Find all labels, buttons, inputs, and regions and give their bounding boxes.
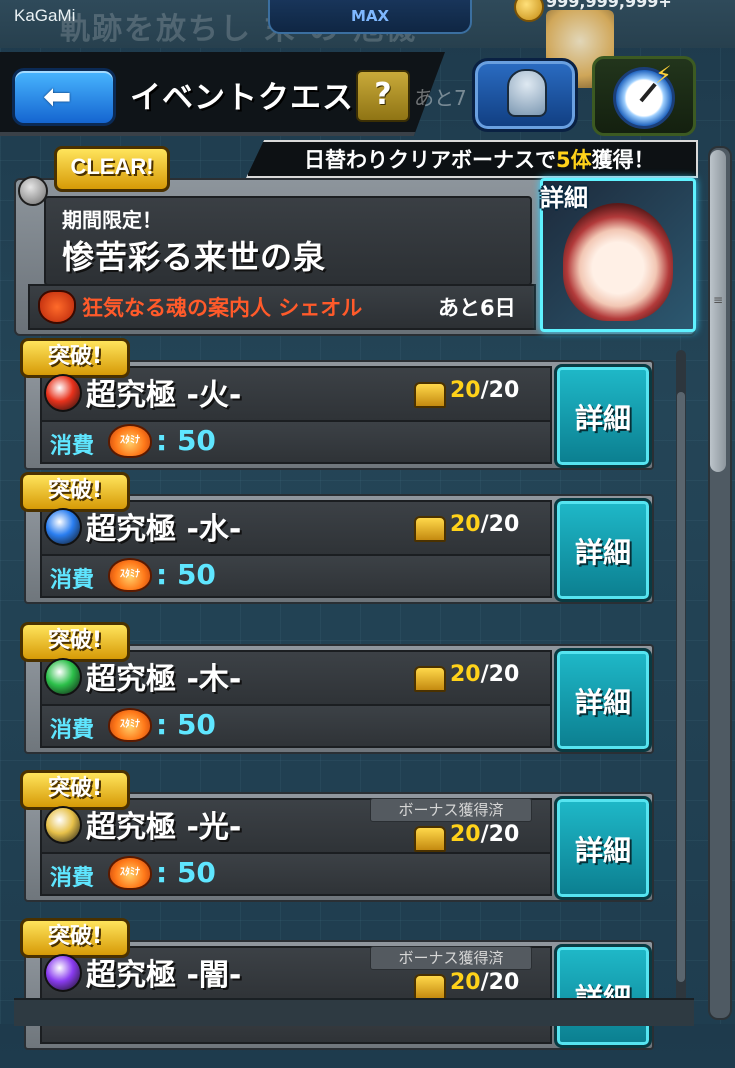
clear-current: 20	[450, 662, 481, 687]
clear-total: /20	[480, 662, 520, 687]
coin-count: 999,999,999+	[546, 0, 672, 11]
lightning-icon: ⚡	[655, 61, 672, 89]
quest-row[interactable]: 突破! 超究極 -光- ボーナス獲得済 20/20 消費 ｽﾀﾐﾅ : 50 詳…	[0, 770, 735, 920]
stamina-cost: : 50	[156, 856, 216, 889]
detail-label: 詳細	[574, 686, 631, 719]
cost-label: 消費	[50, 434, 95, 459]
quest-detail-button[interactable]: 詳細	[554, 796, 652, 900]
character-portrait	[563, 203, 673, 321]
treasure-chest-icon	[414, 382, 446, 408]
event-remaining-days: あと6日	[438, 296, 516, 320]
water-element-icon	[44, 508, 82, 546]
quest-detail-button[interactable]: 詳細	[554, 364, 652, 468]
clear-count: 20/20	[450, 822, 519, 847]
back-button[interactable]: ⬅	[12, 68, 116, 126]
quest-title: 超究極 -火-	[86, 378, 242, 413]
user-name: KaGaMi	[14, 6, 76, 25]
stamina-cost: : 50	[156, 708, 216, 741]
wood-element-icon	[44, 658, 82, 696]
bonus-prefix: 日替わりクリアボーナスで	[304, 148, 556, 172]
quest-title: 超究極 -木-	[86, 662, 242, 697]
quest-detail-button[interactable]: 詳細	[554, 648, 652, 752]
clear-badge: CLEAR!	[54, 146, 170, 192]
quest-title: 超究極 -光-	[86, 810, 242, 845]
stamina-cost: : 50	[156, 558, 216, 591]
treasure-chest-icon	[414, 516, 446, 542]
treasure-chest-icon	[414, 826, 446, 852]
event-subtitle: 期間限定！	[62, 208, 162, 232]
quest-title: 超究極 -水-	[86, 512, 242, 547]
clear-total: /20	[480, 512, 520, 537]
list-scroll-thumb[interactable]	[677, 392, 685, 982]
clear-current: 20	[450, 970, 481, 995]
bonus-acquired-tag: ボーナス獲得済	[370, 798, 532, 822]
quest-row[interactable]: 突破! 超究極 -火- 20/20 消費 ｽﾀﾐﾅ : 50 詳細	[0, 338, 735, 488]
quest-title: 超究極 -闇-	[86, 958, 242, 993]
detail-label: 詳細	[574, 536, 631, 569]
detail-label: 詳細	[574, 834, 631, 867]
event-detail-label: 詳細	[540, 184, 588, 212]
notification-bell-button[interactable]	[472, 58, 578, 132]
stamina-icon: ｽﾀﾐﾅ	[108, 424, 152, 458]
scroll-grip-icon: ≡	[713, 293, 724, 307]
bonus-suffix: 獲得！	[591, 148, 655, 172]
cost-label: 消費	[50, 866, 95, 891]
guide-name: 狂気なる魂の案内人 シェオル	[82, 296, 363, 320]
bottom-bar	[14, 998, 694, 1026]
help-button[interactable]: ?	[356, 70, 410, 122]
light-element-icon	[44, 806, 82, 844]
page-title: イベントクエスト	[130, 80, 386, 116]
stamina-icon: ｽﾀﾐﾅ	[108, 856, 152, 890]
stamina-icon: ｽﾀﾐﾅ	[108, 558, 152, 592]
clear-count: 20/20	[450, 378, 519, 403]
cost-label: 消費	[50, 718, 95, 743]
clear-total: /20	[480, 970, 520, 995]
demon-icon	[38, 290, 76, 324]
quest-row[interactable]: 突破! 超究極 -闇- ボーナス獲得済 20/20 詳細	[0, 918, 735, 1068]
stamina-max-pill: MAX	[268, 0, 472, 34]
treasure-chest-icon	[414, 666, 446, 692]
stamina-icon: ｽﾀﾐﾅ	[108, 708, 152, 742]
clear-count: 20/20	[450, 662, 519, 687]
quest-detail-button[interactable]: 詳細	[554, 944, 652, 1048]
clear-total: /20	[480, 822, 520, 847]
clear-current: 20	[450, 378, 481, 403]
stopwatch-button[interactable]: ⚡	[592, 56, 696, 136]
stamina-cost: : 50	[156, 424, 216, 457]
back-arrow-icon: ⬅	[43, 77, 72, 117]
cost-label: 消費	[50, 568, 95, 593]
header-remaining-ghost: あと7	[414, 86, 467, 110]
event-title: 惨苦彩る来世の泉	[62, 238, 327, 276]
clear-current: 20	[450, 822, 481, 847]
quest-row[interactable]: 突破! 超究極 -木- 20/20 消費 ｽﾀﾐﾅ : 50 詳細	[0, 622, 735, 772]
quest-detail-button[interactable]: 詳細	[554, 498, 652, 602]
clear-current: 20	[450, 512, 481, 537]
bell-icon	[507, 69, 547, 117]
clear-count: 20/20	[450, 512, 519, 537]
quest-row[interactable]: 突破! 超究極 -水- 20/20 消費 ｽﾀﾐﾅ : 50 詳細	[0, 472, 735, 622]
daily-bonus-text: 日替わりクリアボーナスで5体獲得！	[304, 144, 655, 174]
bonus-acquired-tag: ボーナス獲得済	[370, 946, 532, 970]
dark-element-icon	[44, 954, 82, 992]
clear-count: 20/20	[450, 970, 519, 995]
treasure-chest-icon	[414, 974, 446, 1000]
fire-element-icon	[44, 374, 82, 412]
detail-label: 詳細	[574, 402, 631, 435]
clear-total: /20	[480, 378, 520, 403]
bonus-count: 5体	[556, 148, 592, 172]
